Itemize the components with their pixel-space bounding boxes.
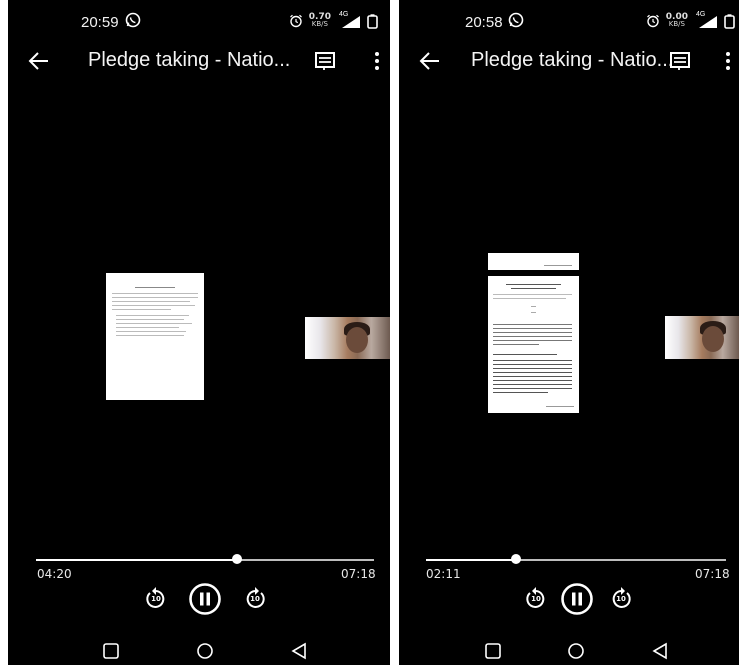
- status-icons: 0.00 KB/S 4G: [646, 11, 735, 30]
- more-vert-icon[interactable]: [374, 50, 380, 72]
- pause-icon: [189, 583, 221, 615]
- battery-icon: [724, 13, 735, 29]
- home-circle-icon: [197, 643, 213, 659]
- elapsed-time: 02:11: [426, 567, 461, 581]
- seek-bar[interactable]: [426, 554, 726, 564]
- app-bar: Pledge taking - Natio...: [8, 44, 390, 78]
- status-bar: 20:59 0.70 KB/S 4G: [8, 0, 390, 34]
- forward-10-button[interactable]: 10: [242, 586, 268, 612]
- network-speed: 0.00 KB/S: [666, 13, 688, 28]
- whatsapp-icon: [125, 12, 141, 28]
- app-bar: Pledge taking - Natio...: [399, 44, 739, 78]
- elapsed-time: 04:20: [37, 567, 72, 581]
- rewind-10-button[interactable]: 10: [523, 586, 549, 612]
- whatsapp-icon: [508, 12, 524, 28]
- pause-icon: [561, 583, 593, 615]
- home-circle-icon: [568, 643, 584, 659]
- shared-document-page: [106, 273, 204, 400]
- nav-home-button[interactable]: [196, 642, 214, 660]
- nav-recents-button[interactable]: [484, 642, 502, 660]
- seek-bar[interactable]: [36, 554, 374, 564]
- nav-back-button[interactable]: [651, 642, 669, 660]
- shared-document-strip: [488, 253, 579, 270]
- signal-icon: [342, 16, 360, 28]
- nav-home-button[interactable]: [567, 642, 585, 660]
- seek-progress: [36, 559, 237, 561]
- network-speed-unit: KB/S: [311, 20, 328, 28]
- back-arrow-icon[interactable]: [28, 50, 50, 72]
- rewind-10-label: 10: [531, 595, 541, 603]
- back-triangle-icon: [652, 642, 667, 660]
- signal-group: 4G: [337, 11, 361, 29]
- webcam-thumbnail: [665, 316, 739, 359]
- more-vert-icon[interactable]: [725, 50, 731, 72]
- alarm-icon: [289, 14, 302, 28]
- subtitles-icon[interactable]: [669, 50, 691, 72]
- nav-back-button[interactable]: [290, 642, 308, 660]
- shared-document-page: [488, 276, 579, 413]
- status-bar: 20:58 0.00 KB/S 4G: [399, 0, 739, 34]
- back-triangle-icon: [291, 642, 306, 660]
- subtitles-icon[interactable]: [314, 50, 336, 72]
- video-title: Pledge taking - Natio...: [88, 49, 291, 71]
- status-time: 20:59: [81, 14, 119, 31]
- status-time: 20:58: [465, 14, 503, 31]
- signal-icon: [699, 16, 717, 28]
- forward-10-label: 10: [616, 595, 626, 603]
- rewind-10-button[interactable]: 10: [143, 586, 169, 612]
- phone-screen-left: 20:59 0.70 KB/S 4G Pledge taking - Natio…: [8, 0, 390, 665]
- video-title: Pledge taking - Natio...: [471, 49, 674, 71]
- nav-recents-button[interactable]: [102, 642, 120, 660]
- status-icons: 0.70 KB/S 4G: [289, 11, 378, 30]
- battery-icon: [367, 13, 378, 29]
- rewind-10-label: 10: [151, 595, 161, 603]
- recents-square-icon: [485, 643, 501, 659]
- signal-group: 4G: [694, 11, 718, 29]
- forward-10-button[interactable]: 10: [608, 586, 634, 612]
- seek-thumb[interactable]: [231, 554, 242, 564]
- network-speed-unit: KB/S: [668, 20, 685, 28]
- alarm-icon: [646, 14, 659, 28]
- pause-button[interactable]: [560, 582, 594, 616]
- recents-square-icon: [103, 643, 119, 659]
- total-duration: 07:18: [695, 567, 730, 581]
- network-speed: 0.70 KB/S: [309, 13, 331, 28]
- seek-progress: [426, 559, 516, 561]
- forward-10-label: 10: [250, 595, 260, 603]
- back-arrow-icon[interactable]: [419, 50, 441, 72]
- total-duration: 07:18: [341, 567, 376, 581]
- webcam-thumbnail: [305, 317, 390, 359]
- seek-thumb[interactable]: [510, 554, 521, 564]
- phone-screen-right: 20:58 0.00 KB/S 4G Pledge taking - Natio…: [399, 0, 739, 665]
- pause-button[interactable]: [188, 582, 222, 616]
